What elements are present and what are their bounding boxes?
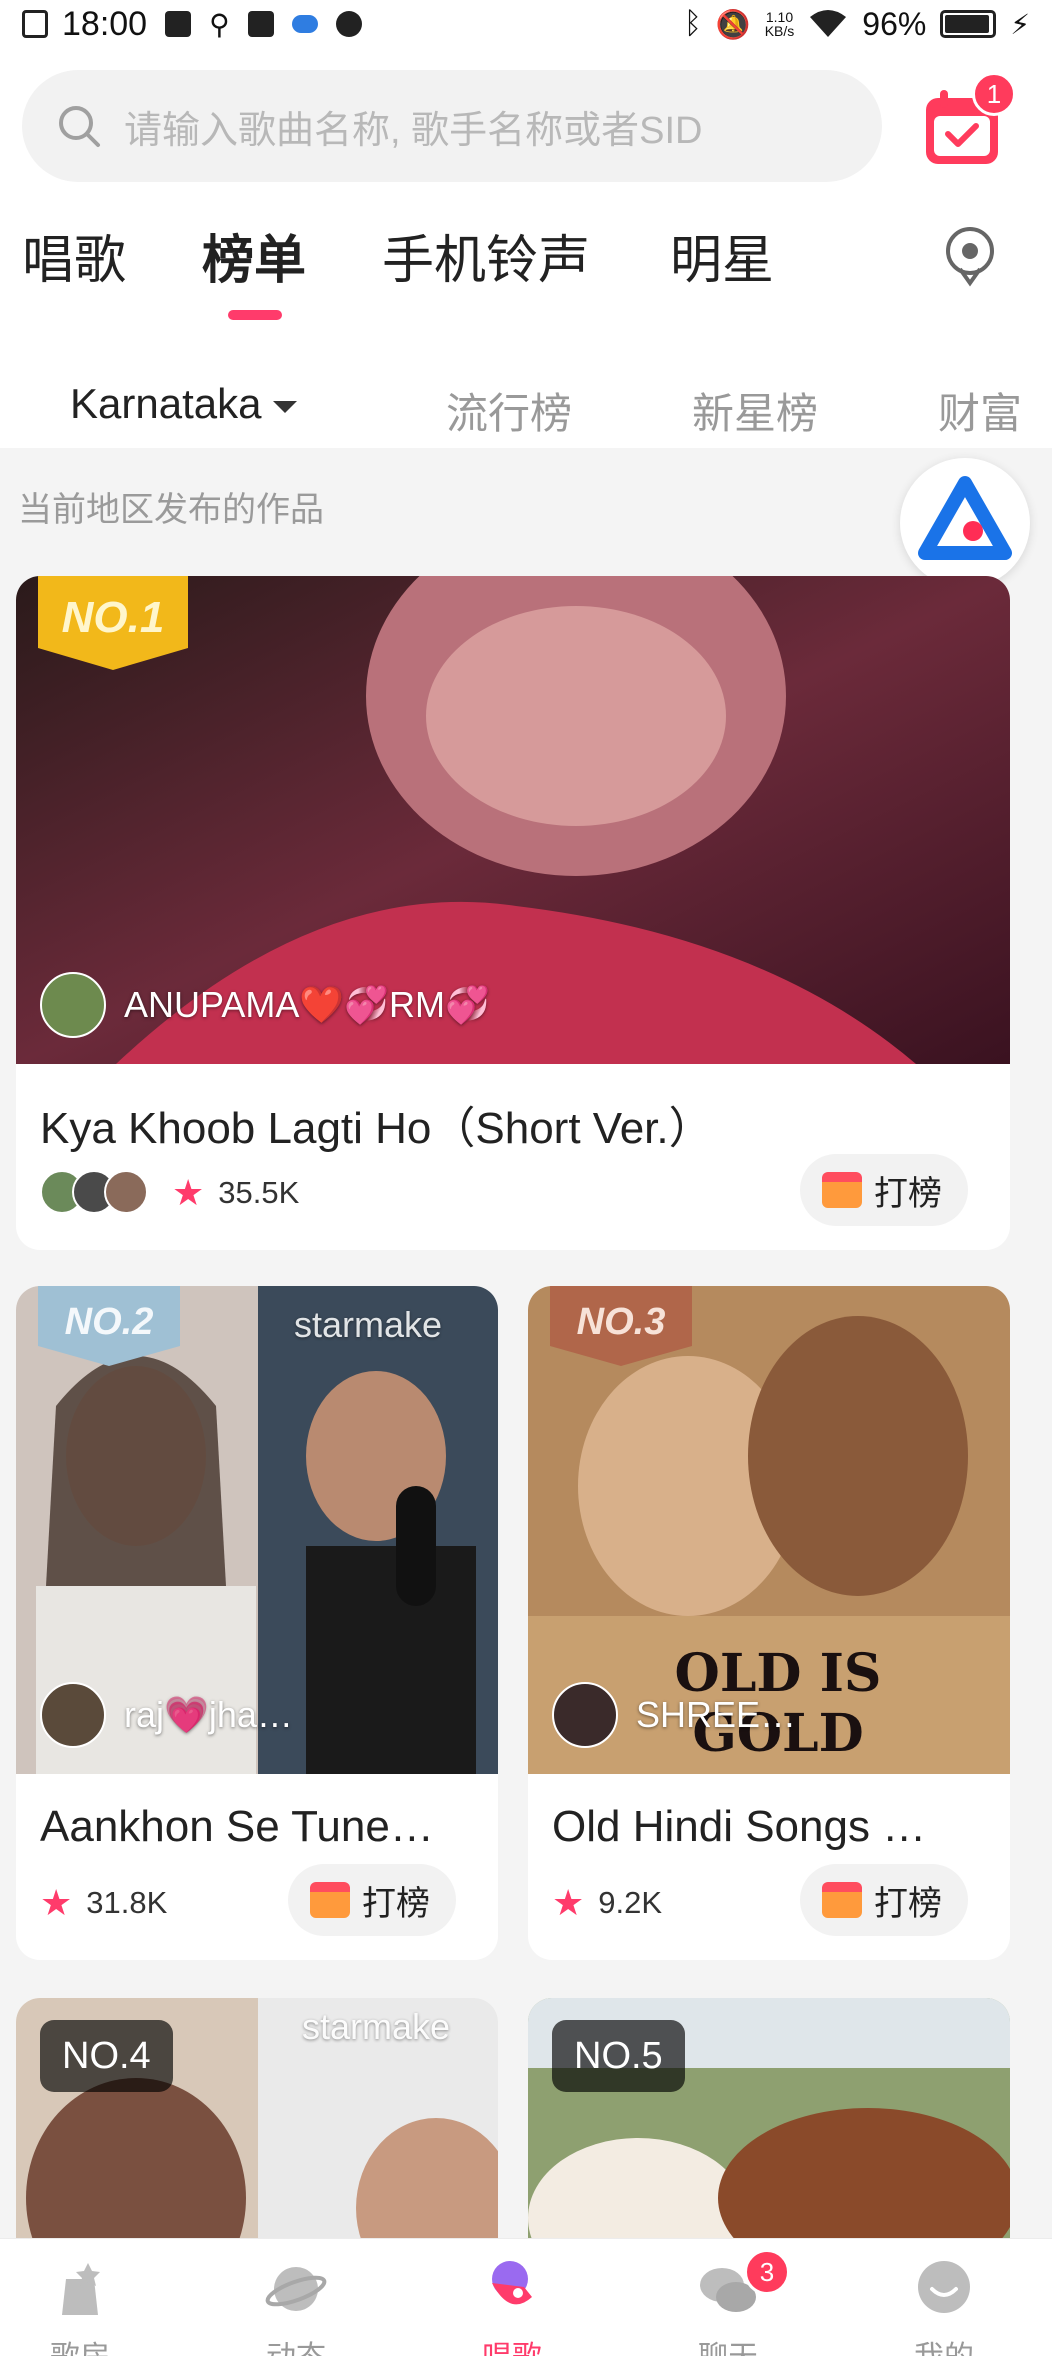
rank-badge-bronze: NO.3 [550,1286,692,1366]
nav-feed[interactable]: 动态 [236,2257,356,2356]
sub-tabs: Karnataka 流行榜 新星榜 财富 [0,358,1052,448]
nav-sing[interactable]: 唱歌 [452,2257,572,2356]
like-count: ★ 9.2K [552,1882,663,1923]
avatar[interactable] [40,1682,106,1748]
nav-profile[interactable]: 我的 [884,2257,1004,2356]
chat-badge: 3 [744,2249,790,2295]
chart-card-rank-3[interactable]: OLD IS GOLD NO.3 SHREE… Old Hindi Songs … [528,1286,1010,1960]
gift-icon [822,1172,862,1208]
microphone-icon [492,2261,532,2305]
bluetooth-icon: ᛒ [683,7,702,40]
calendar-badge: 1 [972,72,1016,116]
location-icon[interactable] [938,223,1002,287]
gift-icon [310,1882,350,1918]
wifi-icon [810,10,847,37]
rank-label: NO.3 [577,1301,666,1343]
star-app-icon [247,11,274,37]
chart-card-rank-1[interactable]: NO.1 ANUPAMA❤️💞RM💞 Kya Khoob Lagti Ho（Sh… [16,576,1010,1250]
notification-icon [22,10,48,38]
tab-ringtones[interactable]: 手机铃声 [382,218,590,293]
tab-sing[interactable]: 唱歌 [22,218,126,293]
nav-song-room[interactable]: 歌房 [20,2257,140,2356]
avatar[interactable] [40,972,106,1038]
profile-face-icon [918,2261,970,2313]
app-logo-icon [918,476,1012,560]
status-time: 18:00 [62,4,148,43]
battery-icon [940,10,997,38]
app-icon [165,11,192,37]
chart-card-rank-2[interactable]: starmake NO.2 raj💗jha… Aankhon Se Tune… … [16,1286,498,1960]
listener-avatars [40,1170,148,1214]
star-icon: ★ [172,1172,205,1213]
search-bar[interactable]: 请输入歌曲名称, 歌手名称或者SID [22,70,882,182]
caret-down-icon [273,400,298,413]
bottom-nav: 歌房 动态 唱歌 聊天 3 我的 [0,2238,1052,2356]
avatar[interactable] [552,1682,618,1748]
username[interactable]: SHREE… [636,1694,796,1736]
star-icon: ★ [552,1882,585,1923]
listener-avatar [104,1170,148,1214]
song-title: Aankhon Se Tune… [40,1802,434,1851]
tab-charts[interactable]: 榜单 [202,218,306,293]
search-icon [59,106,100,147]
star-icon: ★ [40,1882,73,1923]
rank-badge: NO.4 [40,2020,173,2092]
subtab-wealth[interactable]: 财富 [938,380,1022,441]
subtab-new-stars[interactable]: 新星榜 [692,380,818,441]
username[interactable]: ANUPAMA❤️💞RM💞 [124,984,490,1026]
planet-icon [265,2267,327,2311]
watermark: starmake [302,2006,451,2047]
rank-badge-silver: NO.2 [38,1286,180,1366]
status-bar: 18:00 ⚲ ᛒ 🔕 1.10 KB/s 96% ⚡ [0,0,1052,48]
usb-icon: ⚲ [209,8,230,40]
floating-action-button[interactable] [900,458,1030,588]
mute-icon: 🔕 [715,8,751,40]
hexagon-app-icon [335,11,362,37]
username[interactable]: raj💗jha… [124,1694,293,1736]
rank-label: NO.1 [62,593,165,642]
charging-icon: ⚡ [1010,8,1030,40]
header: 请输入歌曲名称, 歌手名称或者SID 1 唱歌 榜单 手机铃声 明星 Karna… [0,48,1052,448]
boost-rank-button[interactable]: 打榜 [800,1864,968,1936]
gift-icon [822,1882,862,1918]
tab-stars[interactable]: 明星 [670,218,774,293]
watermark: starmake [294,1304,443,1345]
subtab-popular[interactable]: 流行榜 [446,380,572,441]
main-tabs: 唱歌 榜单 手机铃声 明星 [0,218,1052,328]
song-room-icon [62,2263,100,2315]
rank-badge-gold: NO.1 [38,576,188,670]
tab-indicator [228,310,282,320]
rank-label: NO.2 [65,1301,154,1343]
song-title: Kya Khoob Lagti Ho（Short Ver.） [40,1104,713,1153]
bird-app-icon [291,15,318,33]
like-count: ★ 35.5K [172,1172,300,1213]
search-input[interactable]: 请输入歌曲名称, 歌手名称或者SID [124,99,702,154]
rank-badge: NO.5 [552,2020,685,2092]
battery-percent: 96% [862,5,927,42]
boost-rank-button[interactable]: 打榜 [288,1864,456,1936]
song-title: Old Hindi Songs … [552,1802,927,1851]
net-speed: 1.10 KB/s [764,9,795,39]
region-selector[interactable]: Karnataka [70,380,298,428]
section-label: 当前地区发布的作品 [18,491,324,529]
boost-rank-button[interactable]: 打榜 [800,1154,968,1226]
like-count: ★ 31.8K [40,1882,168,1923]
